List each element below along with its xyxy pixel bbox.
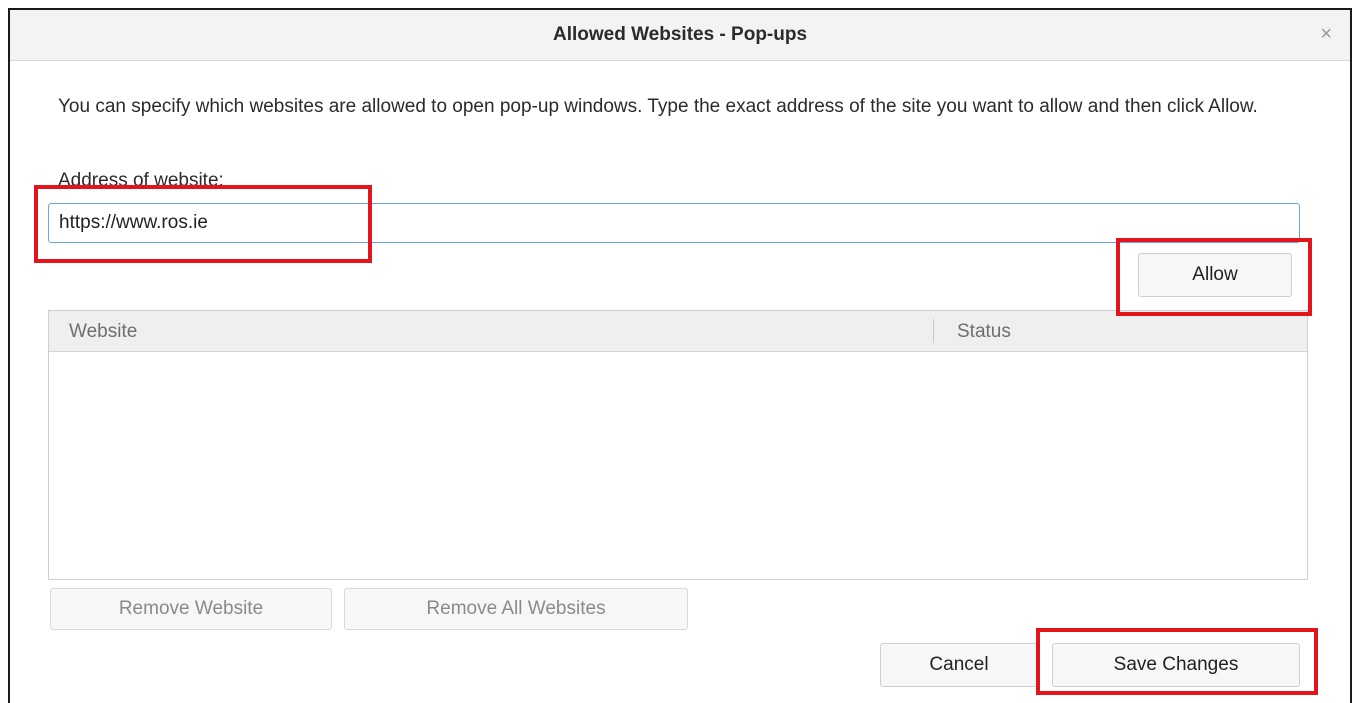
address-label: Address of website: xyxy=(58,170,224,191)
column-divider xyxy=(933,319,934,343)
dialog-title: Allowed Websites - Pop-ups xyxy=(552,24,808,45)
table-body[interactable] xyxy=(49,352,1307,579)
dialog-titlebar: Allowed Websites - Pop-ups × xyxy=(10,10,1350,61)
column-header-website[interactable]: Website xyxy=(69,321,137,343)
dialog-description: You can specify which websites are allow… xyxy=(58,96,1258,117)
address-input[interactable] xyxy=(48,203,1300,243)
column-header-status[interactable]: Status xyxy=(957,321,1011,343)
table-header: Website Status xyxy=(49,311,1307,352)
cancel-button[interactable]: Cancel xyxy=(880,643,1038,687)
websites-table: Website Status xyxy=(48,310,1308,580)
save-changes-button[interactable]: Save Changes xyxy=(1052,643,1300,687)
allowed-websites-dialog: Allowed Websites - Pop-ups × You can spe… xyxy=(8,8,1352,703)
remove-website-button[interactable]: Remove Website xyxy=(50,588,332,630)
close-icon[interactable]: × xyxy=(1320,24,1332,44)
allow-button[interactable]: Allow xyxy=(1138,253,1292,297)
remove-all-websites-button[interactable]: Remove All Websites xyxy=(344,588,688,630)
